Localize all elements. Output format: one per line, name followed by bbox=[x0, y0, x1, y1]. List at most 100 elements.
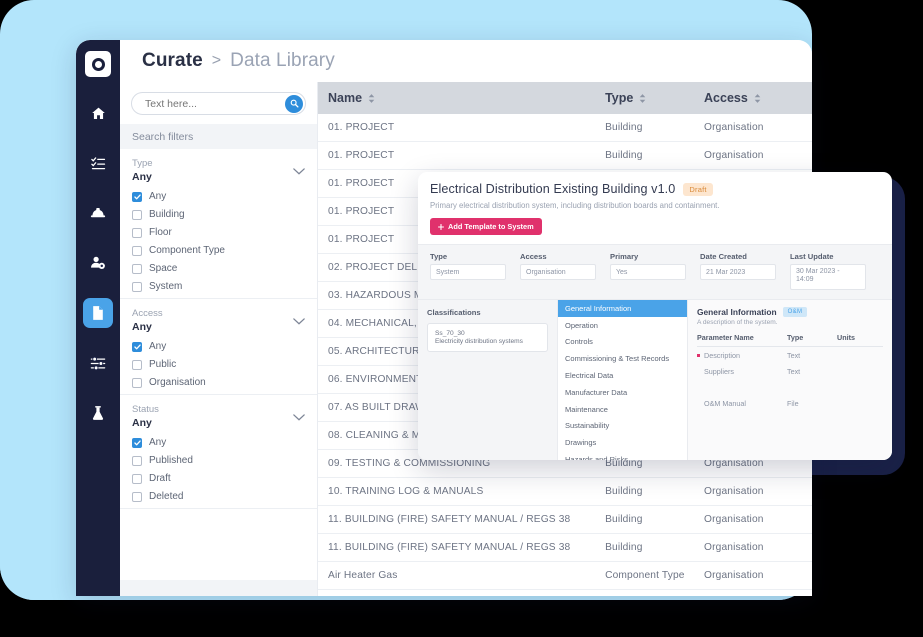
checkbox[interactable] bbox=[132, 455, 142, 466]
sort-icon-type[interactable] bbox=[639, 93, 646, 103]
filter-checkbox-option[interactable]: Space bbox=[132, 263, 305, 274]
filter-checkbox-option[interactable]: Any bbox=[132, 191, 305, 202]
search-button[interactable] bbox=[285, 94, 303, 113]
modal-nav-item[interactable]: General Information bbox=[558, 300, 687, 317]
checklist-icon bbox=[83, 148, 113, 178]
cell-type: Building bbox=[605, 150, 643, 161]
sidebar-item-tasks[interactable] bbox=[76, 143, 120, 183]
table-row[interactable]: 10. TRAINING LOG & MANUALS Building Organi… bbox=[318, 478, 812, 506]
table-row[interactable]: 11. BUILDING (FIRE) SAFETY MANUAL / REGS… bbox=[318, 534, 812, 562]
sidebar-item-lab[interactable] bbox=[76, 393, 120, 433]
chevron-down-icon[interactable] bbox=[293, 408, 305, 426]
checkbox[interactable] bbox=[132, 263, 142, 274]
filter-option-label: Space bbox=[149, 263, 178, 274]
modal-nav-item[interactable]: Maintenance bbox=[558, 401, 687, 418]
parameter-row[interactable]: O&M Manual File bbox=[697, 395, 883, 411]
table-row[interactable]: 01. PROJECT Building Organisation bbox=[318, 142, 812, 170]
sidebar-item-home[interactable] bbox=[76, 93, 120, 133]
parameters-table: Parameter Name Type Units Description Tex… bbox=[697, 333, 883, 411]
filter-checkbox-option[interactable]: Public bbox=[132, 359, 305, 370]
sort-icon-access[interactable] bbox=[754, 93, 761, 103]
filter-checkbox-option[interactable]: Building bbox=[132, 209, 305, 220]
checkbox[interactable] bbox=[132, 209, 142, 220]
add-template-label: Add Template to System bbox=[448, 222, 534, 231]
parameter-row[interactable]: Suppliers Text bbox=[697, 363, 883, 379]
breadcrumb-app-name[interactable]: Curate bbox=[142, 50, 203, 72]
breadcrumb-section[interactable]: Data Library bbox=[230, 50, 335, 72]
chevron-down-icon[interactable] bbox=[293, 162, 305, 180]
modal-nav-item[interactable]: Sustainability bbox=[558, 418, 687, 435]
modal-nav-item[interactable]: Hazards and Risks bbox=[558, 451, 687, 460]
modal-nav-item[interactable]: Manufacturer Data bbox=[558, 384, 687, 401]
parameter-name: O&M Manual bbox=[704, 398, 746, 408]
cell-name: Air Heater Gas bbox=[328, 570, 398, 581]
filter-checkbox-option[interactable]: Floor bbox=[132, 227, 305, 238]
sidebar-item-data-library[interactable] bbox=[76, 293, 120, 333]
modal-nav-item[interactable]: Operation bbox=[558, 317, 687, 334]
cell-type: Building bbox=[605, 486, 643, 497]
meta-field-group: Type System bbox=[430, 252, 520, 290]
modal-nav-item[interactable]: Drawings bbox=[558, 434, 687, 451]
modal-detail-column: General Information O&M A description of… bbox=[688, 300, 892, 460]
checkbox[interactable] bbox=[132, 377, 142, 388]
sort-icon[interactable] bbox=[368, 93, 375, 103]
search-input[interactable] bbox=[145, 97, 275, 110]
meta-field-group: Last Update 30 Mar 2023 - 14:09 bbox=[790, 252, 880, 290]
meta-value-field[interactable]: 21 Mar 2023 bbox=[700, 264, 776, 280]
checkbox-checked[interactable] bbox=[132, 191, 142, 202]
meta-value-field[interactable]: Organisation bbox=[520, 264, 596, 280]
filter-checkbox-option[interactable]: Organisation bbox=[132, 377, 305, 388]
filter-checkbox-option[interactable]: Deleted bbox=[132, 491, 305, 502]
column-header-type-label: Type bbox=[605, 91, 634, 105]
meta-label: Last Update bbox=[790, 252, 834, 261]
checkbox[interactable] bbox=[132, 491, 142, 502]
column-header-access[interactable]: Access bbox=[704, 91, 812, 105]
filter-checkbox-option[interactable]: Any bbox=[132, 437, 305, 448]
meta-value-field[interactable]: System bbox=[430, 264, 506, 280]
sidebar-item-people[interactable] bbox=[76, 243, 120, 283]
search-box[interactable] bbox=[131, 92, 306, 115]
modal-nav-item[interactable]: Controls bbox=[558, 334, 687, 351]
sidebar-item-settings[interactable] bbox=[76, 343, 120, 383]
filter-checkbox-option[interactable]: System bbox=[132, 281, 305, 292]
filter-option-label: Deleted bbox=[149, 491, 184, 502]
filter-checkbox-option[interactable]: Component Type bbox=[132, 245, 305, 256]
filter-checkbox-option[interactable]: Published bbox=[132, 455, 305, 466]
checkbox[interactable] bbox=[132, 473, 142, 484]
modal-nav-item[interactable]: Commissioning & Test Records bbox=[558, 350, 687, 367]
checkbox-checked[interactable] bbox=[132, 437, 142, 448]
column-header-type[interactable]: Type bbox=[605, 91, 704, 105]
filter-panel-title: Search filters bbox=[120, 124, 317, 149]
checkbox[interactable] bbox=[132, 245, 142, 256]
table-row[interactable]: 11. BUILDING (FIRE) SAFETY MANUAL / REGS… bbox=[318, 506, 812, 534]
cell-access: Organisation bbox=[704, 122, 764, 133]
add-template-to-system-button[interactable]: Add Template to System bbox=[430, 218, 542, 235]
sidebar-item-site[interactable] bbox=[76, 193, 120, 233]
checkbox[interactable] bbox=[132, 359, 142, 370]
filter-group-header[interactable]: Access Any bbox=[132, 308, 305, 334]
chevron-down-icon[interactable] bbox=[293, 312, 305, 330]
filter-checkbox-option[interactable]: Any bbox=[132, 341, 305, 352]
meta-value-field[interactable]: 30 Mar 2023 - 14:09 bbox=[790, 264, 866, 290]
parameter-row[interactable]: Description Text bbox=[697, 347, 883, 363]
parameter-name: Description bbox=[704, 350, 740, 360]
column-header-name[interactable]: Name bbox=[318, 91, 605, 105]
column-header-name-label: Name bbox=[328, 91, 363, 105]
classification-card[interactable]: Ss_70_30 Electricity distribution system… bbox=[427, 323, 548, 352]
modal-nav-item[interactable]: Electrical Data bbox=[558, 367, 687, 384]
filter-group-header[interactable]: Type Any bbox=[132, 158, 305, 184]
parameter-row[interactable] bbox=[697, 379, 883, 395]
modal-description: Primary electrical distribution system, … bbox=[430, 201, 720, 210]
checkbox[interactable] bbox=[132, 281, 142, 292]
meta-value-field[interactable]: Yes bbox=[610, 264, 686, 280]
table-row[interactable]: Air Heater Gas Component Type Organisation bbox=[318, 562, 812, 590]
filter-checkbox-option[interactable]: Draft bbox=[132, 473, 305, 484]
checkbox[interactable] bbox=[132, 227, 142, 238]
checkbox-checked[interactable] bbox=[132, 341, 142, 352]
parameters-header-row: Parameter Name Type Units bbox=[697, 333, 883, 347]
table-row[interactable]: 01. PROJECT Building Organisation bbox=[318, 114, 812, 142]
filter-group-list: Type Any Any Building Floor Component Type Spa… bbox=[120, 149, 317, 509]
filter-group: Access Any Any Public Organisation bbox=[120, 299, 317, 395]
app-logo[interactable] bbox=[85, 51, 111, 77]
filter-group-header[interactable]: Status Any bbox=[132, 404, 305, 430]
